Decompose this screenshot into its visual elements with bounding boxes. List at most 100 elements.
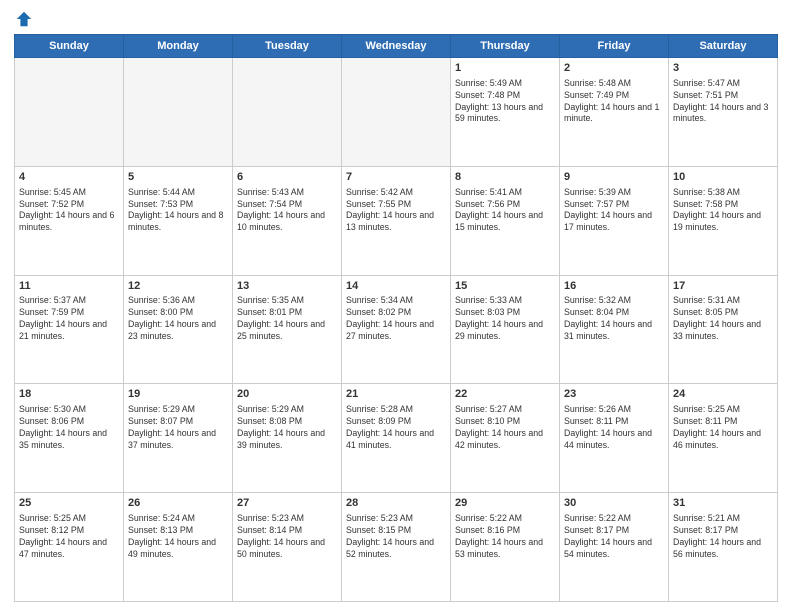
calendar-cell: 21 Sunrise: 5:28 AM Sunset: 8:09 PM Dayli… xyxy=(342,384,451,493)
day-number: 19 xyxy=(128,387,228,402)
day-number: 13 xyxy=(237,279,337,294)
day-info: Sunrise: 5:22 AM Sunset: 8:16 PM Dayligh… xyxy=(455,513,555,561)
day-info: Sunrise: 5:29 AM Sunset: 8:08 PM Dayligh… xyxy=(237,404,337,452)
calendar-header-row: SundayMondayTuesdayWednesdayThursdayFrid… xyxy=(15,35,778,58)
day-number: 8 xyxy=(455,170,555,185)
calendar-cell: 27 Sunrise: 5:23 AM Sunset: 8:14 PM Dayli… xyxy=(233,493,342,602)
calendar-week-row: 11Sunrise: 5:37 AM Sunset: 7:59 PM Dayli… xyxy=(15,275,778,384)
calendar-cell: 26 Sunrise: 5:24 AM Sunset: 8:13 PM Dayli… xyxy=(124,493,233,602)
weekday-header: Sunday xyxy=(15,35,124,58)
calendar-cell: 5 Sunrise: 5:44 AM Sunset: 7:53 PM Daylig… xyxy=(124,166,233,275)
day-info: Sunrise: 5:23 AM Sunset: 8:15 PM Dayligh… xyxy=(346,513,446,561)
day-number: 12 xyxy=(128,279,228,294)
day-info: Sunrise: 5:37 AM Sunset: 7:59 PM Dayligh… xyxy=(19,295,119,343)
calendar-cell: 9 Sunrise: 5:39 AM Sunset: 7:57 PM Daylig… xyxy=(560,166,669,275)
day-number: 25 xyxy=(19,496,119,511)
day-info: Sunrise: 5:32 AM Sunset: 8:04 PM Dayligh… xyxy=(564,295,664,343)
weekday-header: Saturday xyxy=(669,35,778,58)
day-info: Sunrise: 5:24 AM Sunset: 8:13 PM Dayligh… xyxy=(128,513,228,561)
calendar-cell: 3 Sunrise: 5:47 AM Sunset: 7:51 PM Daylig… xyxy=(669,58,778,167)
day-info: Sunrise: 5:29 AM Sunset: 8:07 PM Dayligh… xyxy=(128,404,228,452)
day-info: Sunrise: 5:39 AM Sunset: 7:57 PM Dayligh… xyxy=(564,187,664,235)
day-info: Sunrise: 5:30 AM Sunset: 8:06 PM Dayligh… xyxy=(19,404,119,452)
day-number: 30 xyxy=(564,496,664,511)
day-info: Sunrise: 5:28 AM Sunset: 8:09 PM Dayligh… xyxy=(346,404,446,452)
calendar-cell: 29 Sunrise: 5:22 AM Sunset: 8:16 PM Dayli… xyxy=(451,493,560,602)
day-info: Sunrise: 5:35 AM Sunset: 8:01 PM Dayligh… xyxy=(237,295,337,343)
day-info: Sunrise: 5:25 AM Sunset: 8:11 PM Dayligh… xyxy=(673,404,773,452)
day-number: 2 xyxy=(564,61,664,76)
day-number: 9 xyxy=(564,170,664,185)
day-info: Sunrise: 5:43 AM Sunset: 7:54 PM Dayligh… xyxy=(237,187,337,235)
day-number: 26 xyxy=(128,496,228,511)
calendar-table: SundayMondayTuesdayWednesdayThursdayFrid… xyxy=(14,34,778,602)
weekday-header: Monday xyxy=(124,35,233,58)
day-number: 20 xyxy=(237,387,337,402)
calendar-cell: 15Sunrise: 5:33 AM Sunset: 8:03 PM Dayli… xyxy=(451,275,560,384)
day-number: 23 xyxy=(564,387,664,402)
day-info: Sunrise: 5:21 AM Sunset: 8:17 PM Dayligh… xyxy=(673,513,773,561)
day-info: Sunrise: 5:23 AM Sunset: 8:14 PM Dayligh… xyxy=(237,513,337,561)
calendar-cell: 20 Sunrise: 5:29 AM Sunset: 8:08 PM Dayli… xyxy=(233,384,342,493)
calendar-week-row: 25 Sunrise: 5:25 AM Sunset: 8:12 PM Dayli… xyxy=(15,493,778,602)
day-number: 10 xyxy=(673,170,773,185)
calendar-cell: 8 Sunrise: 5:41 AM Sunset: 7:56 PM Daylig… xyxy=(451,166,560,275)
calendar-cell xyxy=(233,58,342,167)
calendar-cell xyxy=(15,58,124,167)
calendar-cell xyxy=(124,58,233,167)
day-info: Sunrise: 5:38 AM Sunset: 7:58 PM Dayligh… xyxy=(673,187,773,235)
calendar-cell: 30 Sunrise: 5:22 AM Sunset: 8:17 PM Dayli… xyxy=(560,493,669,602)
calendar-cell: 11Sunrise: 5:37 AM Sunset: 7:59 PM Dayli… xyxy=(15,275,124,384)
calendar-week-row: 1 Sunrise: 5:49 AM Sunset: 7:48 PM Daylig… xyxy=(15,58,778,167)
day-info: Sunrise: 5:44 AM Sunset: 7:53 PM Dayligh… xyxy=(128,187,228,235)
day-info: Sunrise: 5:49 AM Sunset: 7:48 PM Dayligh… xyxy=(455,78,555,126)
day-number: 5 xyxy=(128,170,228,185)
day-number: 11 xyxy=(19,279,119,294)
day-info: Sunrise: 5:31 AM Sunset: 8:05 PM Dayligh… xyxy=(673,295,773,343)
calendar-cell: 7 Sunrise: 5:42 AM Sunset: 7:55 PM Daylig… xyxy=(342,166,451,275)
calendar-cell: 12Sunrise: 5:36 AM Sunset: 8:00 PM Dayli… xyxy=(124,275,233,384)
header xyxy=(14,10,778,28)
calendar-cell xyxy=(342,58,451,167)
day-info: Sunrise: 5:25 AM Sunset: 8:12 PM Dayligh… xyxy=(19,513,119,561)
day-number: 27 xyxy=(237,496,337,511)
day-info: Sunrise: 5:33 AM Sunset: 8:03 PM Dayligh… xyxy=(455,295,555,343)
day-info: Sunrise: 5:41 AM Sunset: 7:56 PM Dayligh… xyxy=(455,187,555,235)
day-number: 31 xyxy=(673,496,773,511)
calendar-cell: 13Sunrise: 5:35 AM Sunset: 8:01 PM Dayli… xyxy=(233,275,342,384)
calendar-cell: 19 Sunrise: 5:29 AM Sunset: 8:07 PM Dayli… xyxy=(124,384,233,493)
day-number: 14 xyxy=(346,279,446,294)
day-info: Sunrise: 5:47 AM Sunset: 7:51 PM Dayligh… xyxy=(673,78,773,126)
calendar-cell: 22Sunrise: 5:27 AM Sunset: 8:10 PM Dayli… xyxy=(451,384,560,493)
day-number: 15 xyxy=(455,279,555,294)
day-info: Sunrise: 5:45 AM Sunset: 7:52 PM Dayligh… xyxy=(19,187,119,235)
calendar-cell: 31 Sunrise: 5:21 AM Sunset: 8:17 PM Dayli… xyxy=(669,493,778,602)
day-info: Sunrise: 5:42 AM Sunset: 7:55 PM Dayligh… xyxy=(346,187,446,235)
calendar-cell: 10 Sunrise: 5:38 AM Sunset: 7:58 PM Dayli… xyxy=(669,166,778,275)
day-number: 29 xyxy=(455,496,555,511)
day-number: 4 xyxy=(19,170,119,185)
page: SundayMondayTuesdayWednesdayThursdayFrid… xyxy=(0,0,792,612)
day-info: Sunrise: 5:22 AM Sunset: 8:17 PM Dayligh… xyxy=(564,513,664,561)
calendar-cell: 6Sunrise: 5:43 AM Sunset: 7:54 PM Daylig… xyxy=(233,166,342,275)
day-number: 16 xyxy=(564,279,664,294)
day-number: 1 xyxy=(455,61,555,76)
calendar-cell: 25 Sunrise: 5:25 AM Sunset: 8:12 PM Dayli… xyxy=(15,493,124,602)
weekday-header: Tuesday xyxy=(233,35,342,58)
day-info: Sunrise: 5:36 AM Sunset: 8:00 PM Dayligh… xyxy=(128,295,228,343)
calendar-cell: 2Sunrise: 5:48 AM Sunset: 7:49 PM Daylig… xyxy=(560,58,669,167)
weekday-header: Friday xyxy=(560,35,669,58)
day-number: 7 xyxy=(346,170,446,185)
day-number: 21 xyxy=(346,387,446,402)
day-info: Sunrise: 5:27 AM Sunset: 8:10 PM Dayligh… xyxy=(455,404,555,452)
day-number: 24 xyxy=(673,387,773,402)
calendar-cell: 14Sunrise: 5:34 AM Sunset: 8:02 PM Dayli… xyxy=(342,275,451,384)
logo-icon xyxy=(15,10,33,28)
day-number: 3 xyxy=(673,61,773,76)
calendar-cell: 17Sunrise: 5:31 AM Sunset: 8:05 PM Dayli… xyxy=(669,275,778,384)
day-number: 28 xyxy=(346,496,446,511)
calendar-week-row: 4 Sunrise: 5:45 AM Sunset: 7:52 PM Daylig… xyxy=(15,166,778,275)
weekday-header: Wednesday xyxy=(342,35,451,58)
calendar-week-row: 18Sunrise: 5:30 AM Sunset: 8:06 PM Dayli… xyxy=(15,384,778,493)
calendar-cell: 1 Sunrise: 5:49 AM Sunset: 7:48 PM Daylig… xyxy=(451,58,560,167)
